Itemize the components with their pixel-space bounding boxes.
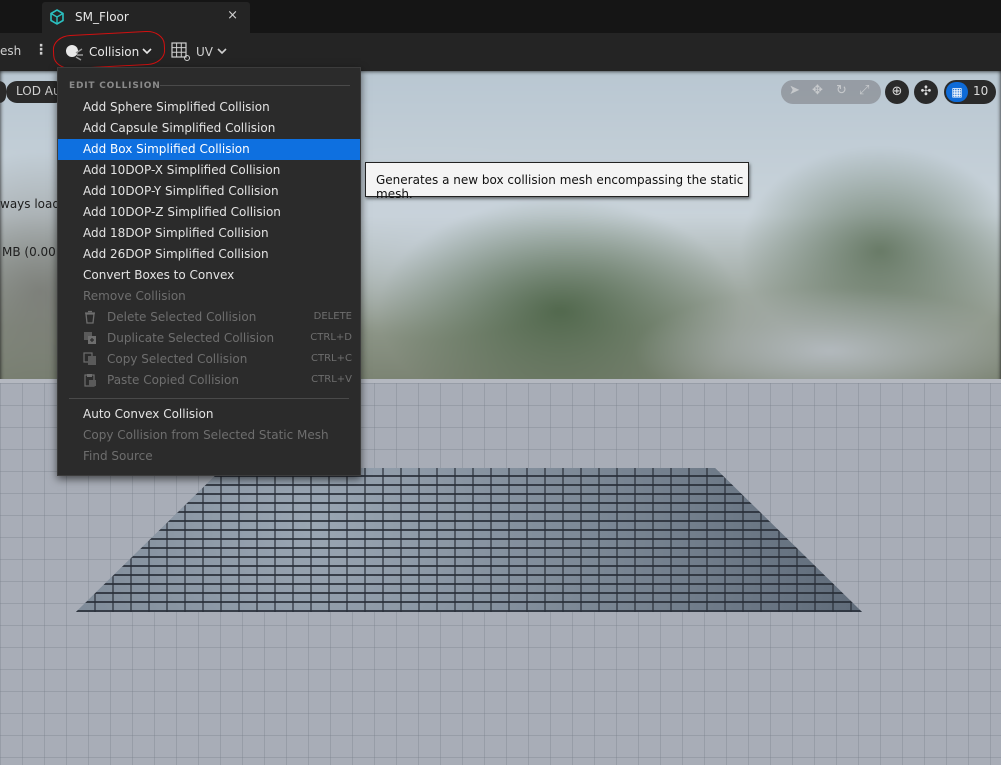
grid-snap-value[interactable]: 10 — [973, 84, 988, 98]
move-icon[interactable]: ✥ — [812, 83, 823, 98]
chevron-down-icon — [217, 48, 227, 55]
world-local-icon[interactable]: ⊕ — [885, 80, 909, 104]
paste-icon — [84, 374, 96, 387]
transform-tools: ➤ ✥ ↻ ⤢ — [781, 80, 881, 104]
menu-item-add-10dop-y[interactable]: Add 10DOP-Y Simplified Collision — [58, 181, 360, 202]
copy-icon — [83, 352, 96, 365]
grid-icon[interactable]: ▦ — [946, 82, 968, 102]
mesh-menu-label[interactable]: esh — [0, 44, 21, 58]
close-icon[interactable]: × — [227, 8, 238, 23]
tab-sm-floor[interactable]: SM_Floor × — [42, 2, 250, 33]
menu-item-add-18dop[interactable]: Add 18DOP Simplified Collision — [58, 223, 360, 244]
menu-item-add-capsule[interactable]: Add Capsule Simplified Collision — [58, 118, 360, 139]
menu-item-duplicate-selected[interactable]: Duplicate Selected Collision CTRL+D — [58, 328, 360, 349]
tooltip: Generates a new box collision mesh encom… — [365, 162, 749, 201]
menu-item-add-10dop-x[interactable]: Add 10DOP-X Simplified Collision — [58, 160, 360, 181]
menu-item-convert-boxes[interactable]: Convert Boxes to Convex — [58, 265, 360, 286]
tab-bar: SM_Floor × — [0, 0, 1001, 33]
trash-icon — [85, 310, 95, 324]
chevron-down-icon — [142, 48, 152, 55]
collision-dropdown-menu: EDIT COLLISION Add Sphere Simplified Col… — [57, 67, 361, 476]
menu-item-add-10dop-z[interactable]: Add 10DOP-Z Simplified Collision — [58, 202, 360, 223]
static-mesh-icon — [50, 9, 64, 25]
menu-item-add-26dop[interactable]: Add 26DOP Simplified Collision — [58, 244, 360, 265]
toolbar: esh ⋮ Collision UV — [0, 30, 1001, 71]
section-title: EDIT COLLISION — [69, 81, 161, 91]
grid-snap-toggle[interactable]: ▦ 10 — [944, 80, 996, 104]
menu-item-add-box[interactable]: Add Box Simplified Collision — [58, 139, 360, 160]
collision-menu-button[interactable]: Collision — [60, 39, 156, 65]
uv-label: UV — [196, 45, 213, 59]
menu-item-auto-convex[interactable]: Auto Convex Collision — [58, 404, 360, 425]
scale-icon[interactable]: ⤢ — [859, 83, 869, 98]
menu-item-delete-selected[interactable]: Delete Selected Collision DELETE — [58, 307, 360, 328]
viewport-info-text: ways load — [0, 197, 60, 211]
menu-item-copy-selected[interactable]: Copy Selected Collision CTRL+C — [58, 349, 360, 370]
rotate-icon[interactable]: ↻ — [836, 83, 847, 98]
tab-title: SM_Floor — [75, 10, 129, 24]
surface-snap-icon[interactable]: ✣ — [914, 80, 938, 104]
more-options-icon[interactable]: ⋮ — [34, 42, 48, 58]
menu-item-find-source[interactable]: Find Source — [58, 446, 360, 467]
section-divider — [160, 85, 350, 86]
menu-item-copy-from-selected-mesh[interactable]: Copy Collision from Selected Static Mesh — [58, 425, 360, 446]
collision-icon — [66, 45, 83, 61]
menu-item-add-sphere[interactable]: Add Sphere Simplified Collision — [58, 97, 360, 118]
menu-item-remove-collision[interactable]: Remove Collision — [58, 286, 360, 307]
uv-menu-button[interactable]: UV — [171, 41, 231, 63]
select-icon[interactable]: ➤ — [789, 83, 800, 98]
duplicate-icon — [84, 332, 96, 344]
menu-separator — [69, 398, 349, 399]
collision-label: Collision — [89, 45, 140, 59]
uv-grid-icon — [171, 42, 190, 61]
viewport-memory-text: MB (0.00 I — [2, 245, 64, 259]
menu-item-paste-copied[interactable]: Paste Copied Collision CTRL+V — [58, 370, 360, 391]
